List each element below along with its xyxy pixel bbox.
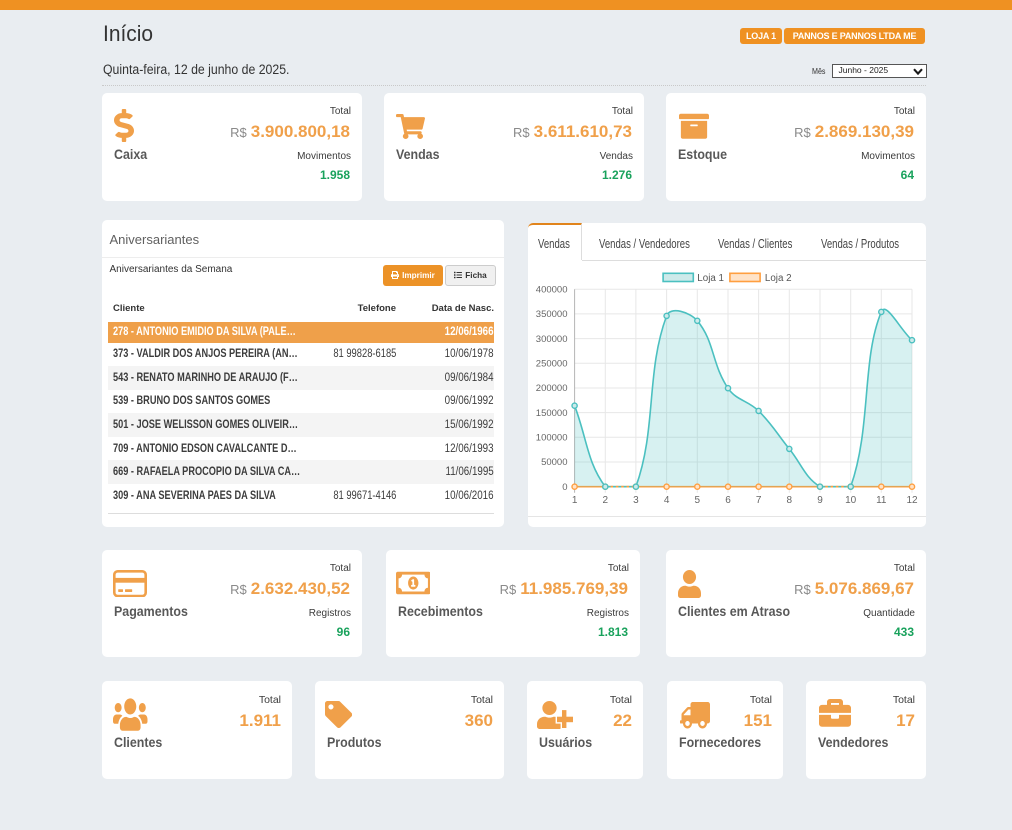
svg-text:4: 4 bbox=[664, 495, 670, 506]
svg-text:1: 1 bbox=[572, 495, 578, 506]
svg-text:6: 6 bbox=[725, 495, 731, 506]
svg-text:50000: 50000 bbox=[541, 457, 567, 468]
svg-text:400000: 400000 bbox=[536, 284, 568, 295]
svg-text:200000: 200000 bbox=[536, 383, 568, 394]
svg-text:5: 5 bbox=[695, 495, 701, 506]
svg-text:300000: 300000 bbox=[536, 334, 568, 345]
svg-text:0: 0 bbox=[562, 482, 567, 493]
svg-text:3: 3 bbox=[633, 495, 639, 506]
svg-text:9: 9 bbox=[817, 495, 823, 506]
svg-text:11: 11 bbox=[876, 495, 887, 506]
svg-text:Loja 2: Loja 2 bbox=[765, 273, 792, 284]
svg-text:350000: 350000 bbox=[536, 309, 568, 320]
svg-text:100000: 100000 bbox=[536, 433, 568, 444]
svg-text:150000: 150000 bbox=[536, 408, 568, 419]
svg-text:7: 7 bbox=[756, 495, 762, 506]
svg-text:2: 2 bbox=[603, 495, 609, 506]
svg-text:8: 8 bbox=[787, 495, 793, 506]
svg-text:250000: 250000 bbox=[536, 359, 568, 370]
svg-text:10: 10 bbox=[845, 495, 857, 506]
svg-text:12: 12 bbox=[906, 495, 918, 506]
svg-text:Loja 1: Loja 1 bbox=[697, 273, 724, 284]
